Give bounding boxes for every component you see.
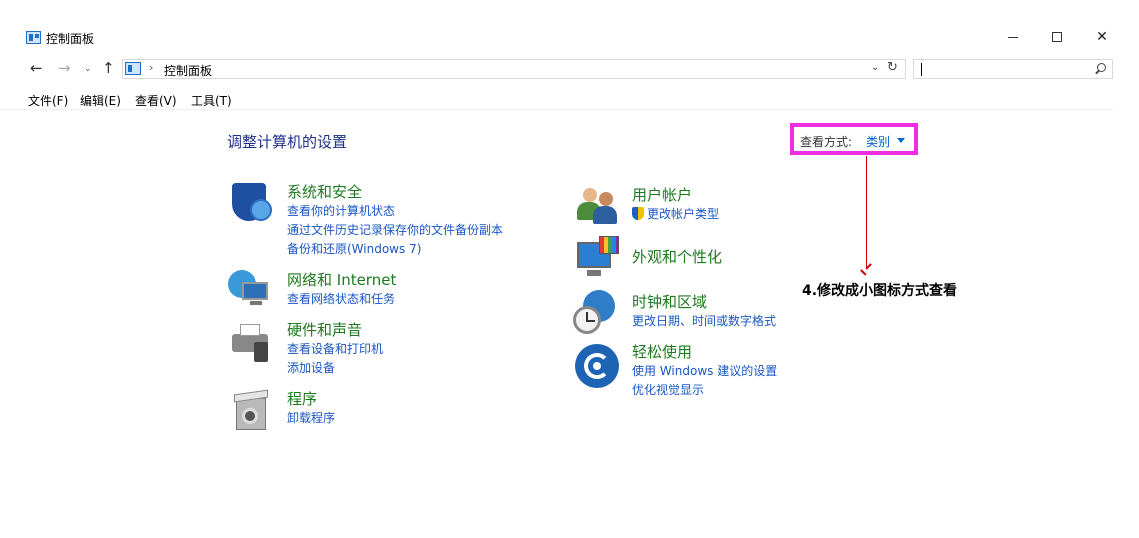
clock-icon[interactable]	[573, 290, 617, 334]
annotation-arrow	[866, 156, 867, 268]
category-link[interactable]: 查看你的计算机状态	[287, 202, 503, 221]
menu-bar: 文件(F) 编辑(E) 查看(V) 工具(T)	[0, 90, 1113, 110]
programs-icon[interactable]	[232, 389, 276, 434]
view-by-label: 查看方式:	[800, 135, 853, 149]
category-user-accounts: 用户帐户 更改帐户类型	[632, 184, 719, 224]
page-title: 调整计算机的设置	[227, 133, 348, 151]
search-icon[interactable]	[1094, 62, 1106, 76]
view-by-highlight: 查看方式: 类别	[790, 123, 918, 155]
minimize-icon	[1008, 36, 1018, 38]
uac-shield-icon	[632, 207, 644, 220]
category-link[interactable]: 使用 Windows 建议的设置	[632, 362, 777, 381]
printer-icon[interactable]	[228, 320, 272, 364]
control-panel-icon	[26, 31, 41, 44]
category-link[interactable]: 查看网络状态和任务	[287, 290, 396, 309]
category-link[interactable]: 优化视觉显示	[632, 381, 777, 400]
network-icon[interactable]	[228, 268, 272, 312]
dropdown-caret-icon[interactable]	[897, 138, 905, 143]
category-title[interactable]: 硬件和声音	[287, 319, 383, 340]
category-link-label: 更改帐户类型	[647, 207, 720, 221]
shield-icon[interactable]	[230, 181, 274, 225]
control-panel-icon	[125, 62, 141, 75]
category-link[interactable]: 更改日期、时间或数字格式	[632, 312, 776, 331]
category-title[interactable]: 轻松使用	[632, 341, 777, 362]
category-link[interactable]: 通过文件历史记录保存你的文件备份副本	[287, 221, 503, 240]
category-link[interactable]: 添加设备	[287, 359, 383, 378]
maximize-icon	[1052, 32, 1062, 42]
category-title[interactable]: 网络和 Internet	[287, 269, 396, 290]
title-bar: 控制面板 ✕	[0, 0, 1139, 52]
category-link[interactable]: 查看设备和打印机	[287, 340, 383, 359]
refresh-icon[interactable]: ↻	[887, 60, 898, 75]
users-icon[interactable]	[575, 184, 619, 228]
category-title[interactable]: 用户帐户	[632, 184, 719, 205]
up-arrow-icon[interactable]: ↑	[102, 59, 115, 77]
address-bar[interactable]: › 控制面板 ⌄ ↻	[122, 59, 906, 79]
category-ease-of-access: 轻松使用 使用 Windows 建议的设置 优化视觉显示	[632, 341, 777, 400]
category-programs: 程序 卸载程序	[287, 388, 335, 428]
category-network: 网络和 Internet 查看网络状态和任务	[287, 269, 396, 309]
search-input[interactable]	[913, 59, 1113, 79]
recent-locations-icon[interactable]: ⌄	[84, 64, 92, 74]
menu-view[interactable]: 查看(V)	[135, 92, 177, 109]
minimize-button[interactable]	[998, 26, 1028, 48]
menu-edit[interactable]: 编辑(E)	[80, 92, 121, 109]
view-by-dropdown[interactable]: 类别	[866, 133, 890, 150]
breadcrumb-control-panel[interactable]: 控制面板	[164, 62, 212, 79]
category-system-security: 系统和安全 查看你的计算机状态 通过文件历史记录保存你的文件备份副本 备份和还原…	[287, 181, 503, 259]
category-title[interactable]: 时钟和区域	[632, 291, 776, 312]
category-clock-region: 时钟和区域 更改日期、时间或数字格式	[632, 291, 776, 331]
annotation-text: 4.修改成小图标方式查看	[802, 283, 958, 299]
category-appearance: 外观和个性化	[632, 246, 722, 267]
appearance-icon[interactable]	[575, 236, 619, 280]
menu-file[interactable]: 文件(F)	[28, 92, 68, 109]
category-link[interactable]: 更改帐户类型	[632, 205, 719, 224]
close-button[interactable]: ✕	[1087, 26, 1117, 48]
back-arrow-icon[interactable]: ←	[30, 59, 43, 77]
category-hardware-sound: 硬件和声音 查看设备和打印机 添加设备	[287, 319, 383, 378]
category-title[interactable]: 外观和个性化	[632, 246, 722, 267]
breadcrumb-chevron-icon[interactable]: ›	[149, 61, 153, 74]
maximize-button[interactable]	[1042, 26, 1072, 48]
ease-of-access-icon[interactable]	[575, 344, 619, 388]
category-title[interactable]: 程序	[287, 388, 335, 409]
menu-tools[interactable]: 工具(T)	[191, 92, 232, 109]
close-icon: ✕	[1096, 29, 1108, 45]
address-dropdown-icon[interactable]: ⌄	[871, 62, 879, 73]
category-link[interactable]: 备份和还原(Windows 7)	[287, 240, 503, 259]
annotation-arrowhead-icon	[861, 264, 872, 274]
navigation-bar: ← → ⌄ ↑ › 控制面板 ⌄ ↻	[0, 58, 1139, 82]
forward-arrow-icon[interactable]: →	[58, 59, 71, 77]
category-link[interactable]: 卸载程序	[287, 409, 335, 428]
text-caret	[921, 63, 922, 76]
window-title: 控制面板	[46, 32, 95, 46]
category-title[interactable]: 系统和安全	[287, 181, 503, 202]
